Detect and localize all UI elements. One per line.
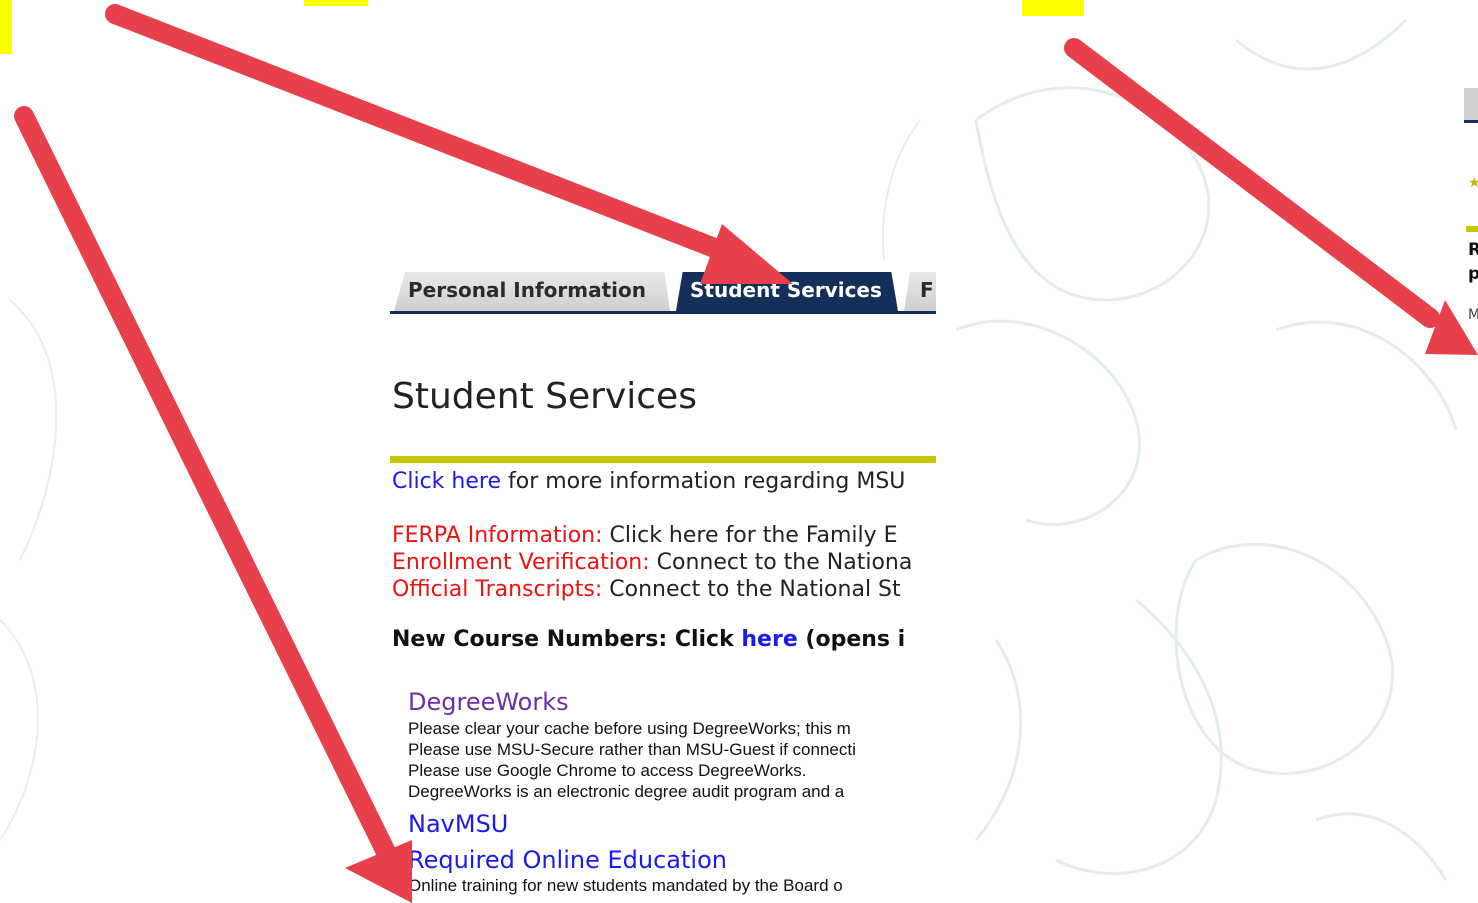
page-title: Student Services [392, 376, 697, 417]
tab-bar-underline [390, 311, 936, 314]
navmsu-link[interactable]: NavMSU [408, 810, 508, 838]
degreeworks-desc: DegreeWorks is an electronic degree audi… [408, 782, 845, 801]
highlight-mark [0, 0, 12, 54]
tab-bar-underline [1464, 120, 1478, 123]
click-here-link[interactable]: Click here [392, 469, 501, 494]
degreeworks-desc: Please clear your cache before using Deg… [408, 719, 851, 738]
transcripts-label[interactable]: Official Transcripts: [392, 577, 602, 602]
highlight-mark [304, 0, 368, 6]
tab-truncated[interactable]: F [904, 272, 936, 311]
partial-text: p [1468, 264, 1478, 284]
new-course-link[interactable]: here [741, 627, 797, 652]
tab-student-services[interactable]: Student Services [676, 272, 898, 311]
new-course-text: New Course Numbers: Click [392, 627, 742, 652]
new-course-text-tail: (opens i [797, 627, 906, 652]
right-background [936, 0, 1478, 903]
enrollment-label[interactable]: Enrollment Verification: [392, 550, 650, 575]
partial-text: R [1468, 240, 1478, 260]
partial-text: M [1468, 307, 1478, 323]
tab-personal-information[interactable]: Personal Information [394, 272, 670, 311]
star-icon: ★ [1468, 175, 1478, 191]
enrollment-line: Enrollment Verification: Connect to the … [392, 549, 912, 576]
divider [1466, 226, 1478, 232]
right-partial-page: ★ R p M [1464, 80, 1478, 380]
degreeworks-link[interactable]: DegreeWorks [408, 688, 569, 716]
new-course-line: New Course Numbers: Click here (opens i [392, 626, 905, 653]
contour-pattern [955, 18, 1458, 881]
partial-tab[interactable] [1464, 88, 1478, 120]
tab-label: Student Services [690, 278, 882, 302]
tab-bar: Personal Information Student Services F [390, 260, 936, 316]
tab-label: F [920, 278, 934, 302]
highlight-mark [1022, 0, 1084, 16]
transcripts-line: Official Transcripts: Connect to the Nat… [392, 576, 901, 603]
ferpa-label[interactable]: FERPA Information: [392, 523, 603, 548]
student-services-page: Personal Information Student Services F … [390, 260, 936, 903]
transcripts-text[interactable]: Connect to the National St [602, 577, 900, 602]
enrollment-text[interactable]: Connect to the Nationa [650, 550, 913, 575]
degreeworks-desc: Please use Google Chrome to access Degre… [408, 761, 807, 780]
required-online-education-desc: Online training for new students mandate… [408, 876, 843, 895]
required-online-education-link[interactable]: Required Online Education [408, 846, 727, 874]
info-line: Click here for more information regardin… [392, 468, 905, 495]
ferpa-line: FERPA Information: Click here for the Fa… [392, 522, 898, 549]
tab-label: Personal Information [408, 278, 646, 302]
info-text: for more information regarding MSU [501, 469, 906, 494]
degreeworks-desc: Please use MSU-Secure rather than MSU-Gu… [408, 740, 856, 759]
divider [390, 456, 936, 463]
ferpa-text[interactable]: Click here for the Family E [603, 523, 898, 548]
